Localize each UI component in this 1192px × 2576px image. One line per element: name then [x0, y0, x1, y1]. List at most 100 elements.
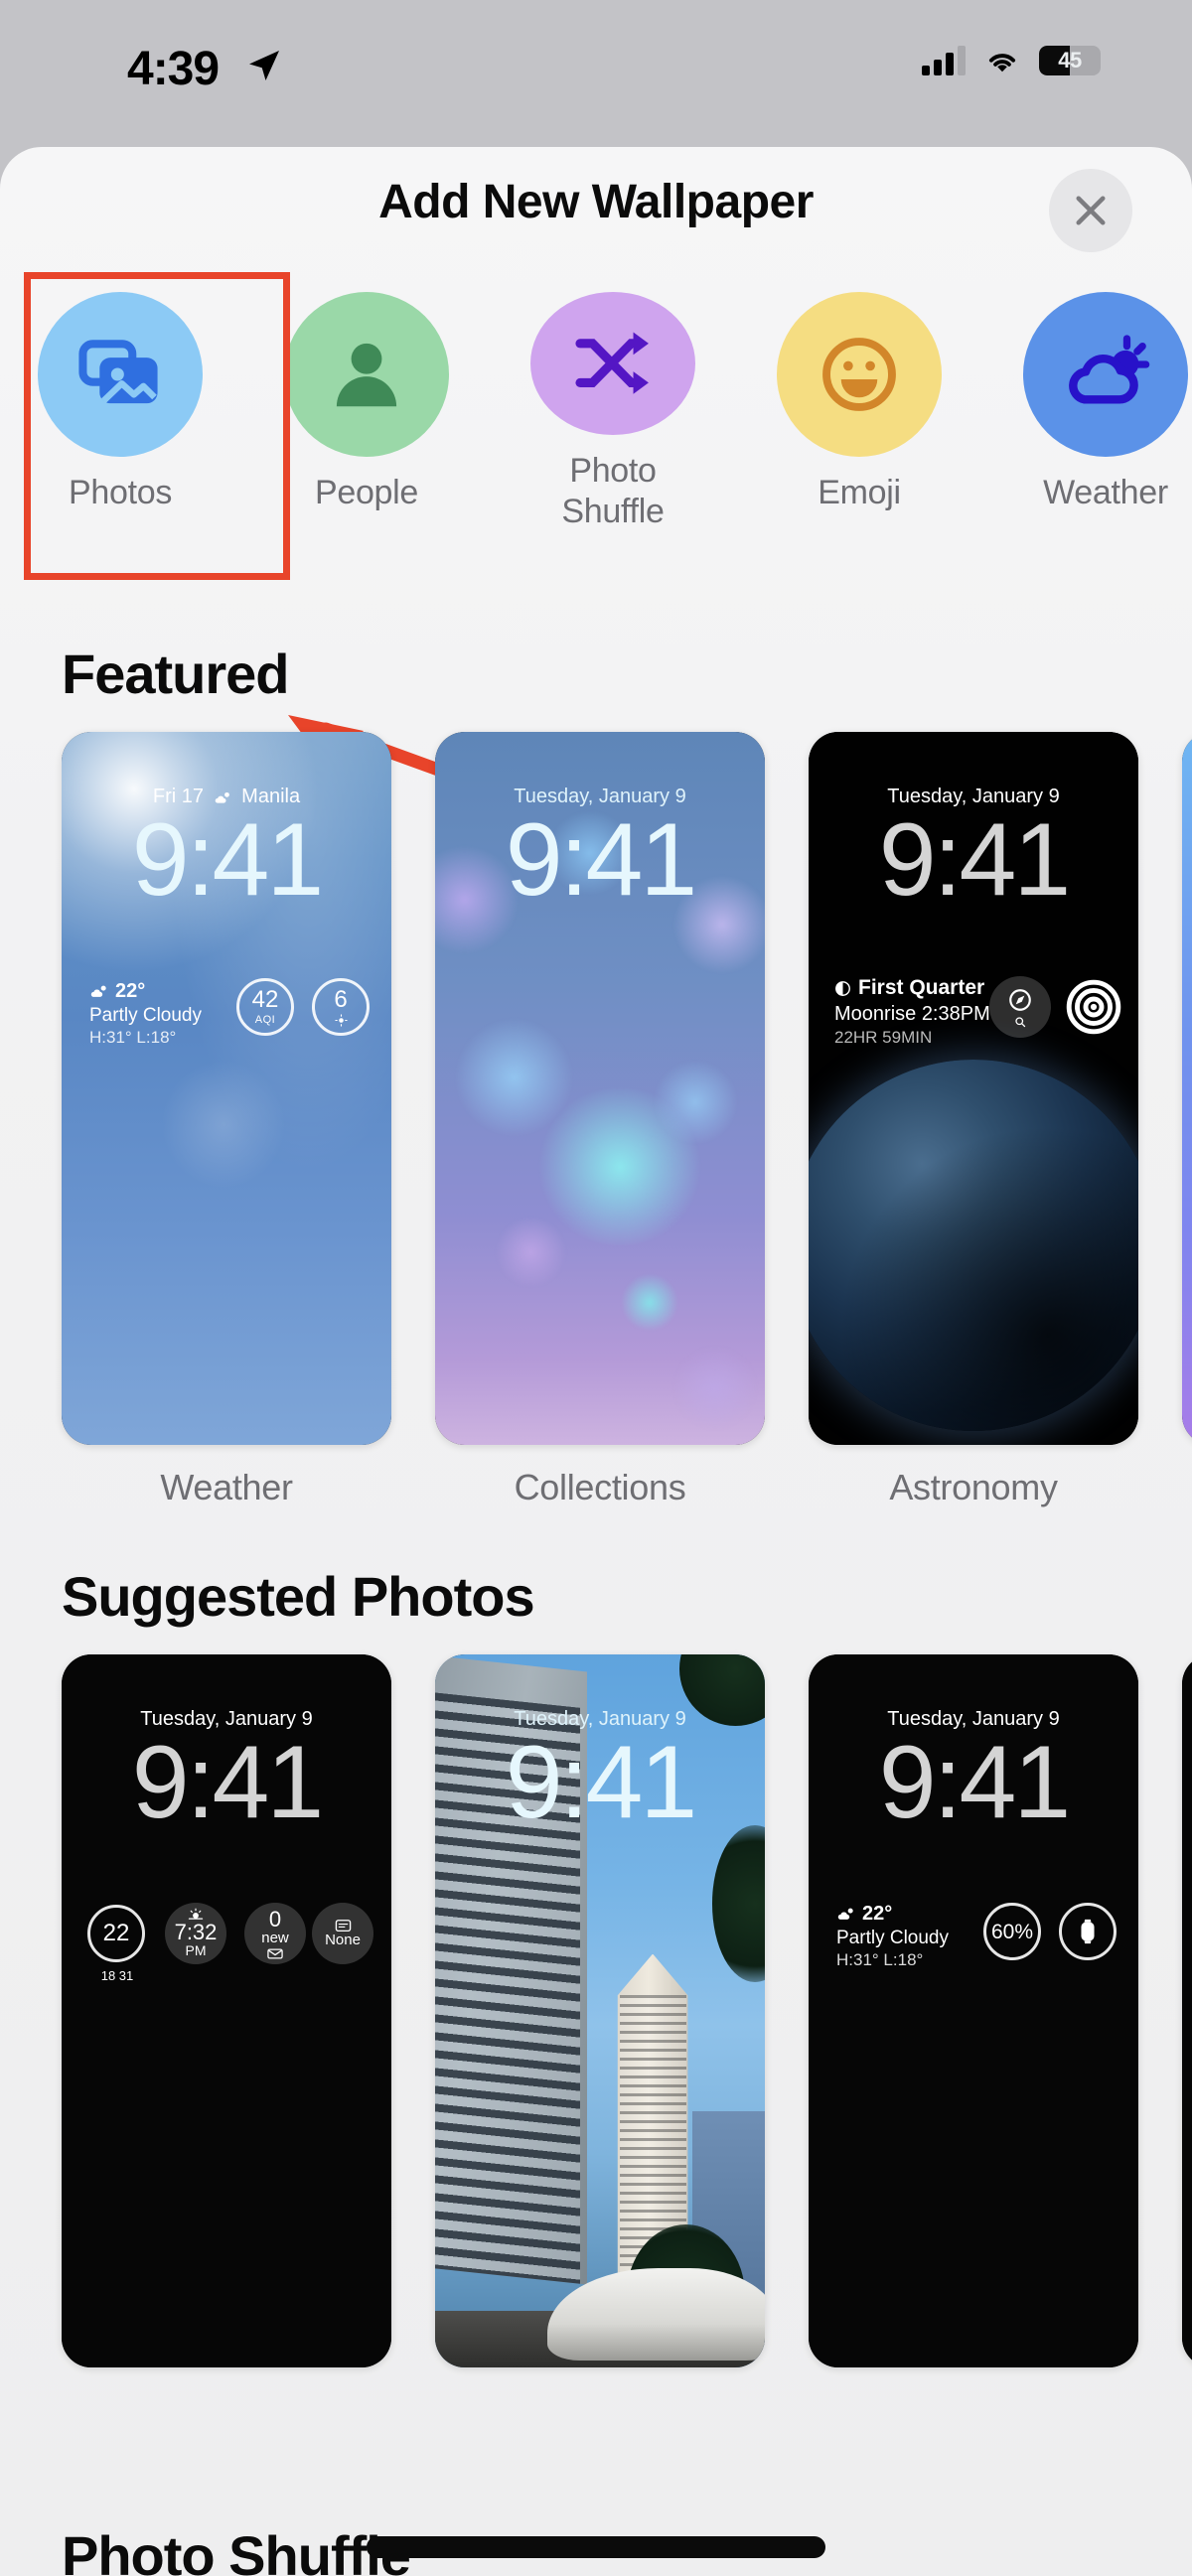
reminders-widget: None: [312, 1903, 373, 1964]
featured-card-collections[interactable]: Tuesday, January 9 9:41 Collections: [435, 732, 765, 1508]
featured-card-weather[interactable]: Fri 17 Manila 9:41 22° Partly Cloudy H:3…: [62, 732, 391, 1508]
activity-widget: [1063, 976, 1124, 1038]
safari-widget: [989, 976, 1051, 1038]
category-weather[interactable]: Weather: [1023, 292, 1188, 532]
category-label: Photos: [68, 474, 173, 511]
status-bar-time: 4:39: [127, 43, 220, 95]
card-label: Astronomy: [889, 1467, 1058, 1507]
uv-value: 6: [334, 985, 348, 1013]
uv-icon: [334, 1013, 348, 1027]
card-label: Collections: [514, 1467, 686, 1507]
wallpaper-preview[interactable]: Tuesday, January 9 9:41: [435, 732, 765, 1445]
featured-heading: Featured: [62, 643, 290, 705]
weather-widget: 22° Partly Cloudy H:31° L:18°: [89, 980, 202, 1048]
featured-card-astronomy[interactable]: Tuesday, January 9 9:41 First Quarter Mo…: [809, 732, 1138, 1508]
suggested-card-3[interactable]: Tuesday, January 9 9:41 22° Partly Cloud…: [809, 1654, 1138, 2367]
battery-indicator: 45: [1039, 46, 1101, 75]
lock-time: 9:41: [878, 1725, 1071, 1840]
wallpaper-preview[interactable]: [1182, 1654, 1192, 2367]
safari-icon: [1009, 988, 1031, 1011]
lock-time: 9:41: [878, 802, 1071, 918]
aqi-value: 42: [251, 986, 279, 1013]
tree-right: [711, 1825, 765, 1983]
apple-watch-icon: [1081, 1919, 1095, 1944]
weather-widget: 22° Partly Cloudy H:31° L:18°: [836, 1903, 949, 1970]
close-button[interactable]: [1049, 169, 1132, 252]
moon-phase-icon: [835, 980, 850, 996]
wallpaper-preview[interactable]: Tuesday, January 9 9:41: [435, 1654, 765, 2367]
wallpaper-preview[interactable]: Fri 17 Manila 9:41 22° Partly Cloudy H:3…: [62, 732, 391, 1445]
suggested-heading: Suggested Photos: [62, 1565, 535, 1628]
category-label: People: [314, 474, 419, 511]
category-photos[interactable]: Photos: [38, 292, 203, 532]
suggested-card-1[interactable]: Tuesday, January 9 9:41 22 18 31 7:32 PM…: [62, 1654, 391, 2367]
moonrise: Moonrise 2:38PM: [834, 1003, 990, 1025]
home-indicator[interactable]: [367, 2536, 825, 2558]
close-icon: [1076, 196, 1106, 225]
black-background: [1182, 1654, 1192, 2367]
wallpaper-preview[interactable]: Tuesday, January 9 9:41 22° Partly Cloud…: [809, 1654, 1138, 2367]
battery-gauge-widget: 60%: [983, 1903, 1041, 1960]
weather-highlow: H:31° L:18°: [836, 1950, 924, 1969]
earth-graphic: [809, 1060, 1138, 1431]
featured-row[interactable]: Fri 17 Manila 9:41 22° Partly Cloudy H:3…: [0, 732, 1192, 1508]
category-label: Photo Shuffle: [561, 452, 665, 531]
uv-gauge: 6: [312, 978, 370, 1036]
suggested-card-2[interactable]: Tuesday, January 9 9:41: [435, 1654, 765, 2367]
sun-cloud-icon: [837, 1908, 853, 1920]
battery-percent: 45: [1058, 48, 1082, 72]
weather-circle: [1023, 292, 1188, 457]
wallpaper-category-row: Photos People Photo Shuffle Emoji Weathe…: [0, 264, 1192, 580]
wallpaper-preview[interactable]: [1182, 732, 1192, 1445]
category-label: Emoji: [818, 474, 901, 511]
sun-cloud-icon: [1069, 335, 1150, 404]
wallpaper-preview[interactable]: Tuesday, January 9 9:41 First Quarter Mo…: [809, 732, 1138, 1445]
reminders-value: None: [325, 1931, 361, 1948]
lock-time: 9:41: [131, 802, 324, 918]
suggested-card-partial[interactable]: [1182, 1654, 1192, 2367]
emoji-circle: [777, 292, 942, 457]
status-bar: 4:39 45: [0, 0, 1192, 147]
mail-count: 0: [268, 1907, 282, 1932]
category-emoji[interactable]: Emoji: [777, 292, 942, 532]
featured-card-partial[interactable]: [1182, 732, 1192, 1508]
weather-temp: 22°: [862, 1903, 893, 1925]
temperature-value: 22: [102, 1920, 130, 1946]
people-circle: [284, 292, 449, 457]
lock-time: 9:41: [505, 1725, 697, 1840]
add-wallpaper-sheet: Add New Wallpaper Photos People Photo Sh…: [0, 147, 1192, 2576]
shuffle-icon: [575, 332, 649, 395]
wifi-icon: [988, 54, 1016, 72]
category-label: Weather: [1043, 474, 1168, 511]
bottom-section: Photo Shuffle: [0, 2457, 1192, 2576]
category-people[interactable]: People: [284, 292, 449, 532]
suggested-row[interactable]: Tuesday, January 9 9:41 22 18 31 7:32 PM…: [0, 1654, 1192, 2367]
photo-shuffle-heading: Photo Shuffle: [62, 2524, 411, 2576]
wallpaper-preview[interactable]: Tuesday, January 9 9:41 22 18 31 7:32 PM…: [62, 1654, 391, 2367]
photo-shuffle-circle: [530, 292, 695, 436]
moon-duration: 22HR 59MIN: [834, 1028, 933, 1047]
weather-temp: 22°: [115, 980, 146, 1002]
photos-circle: [38, 292, 203, 457]
mail-widget: 0 new: [244, 1903, 306, 1964]
partial-card-background: [1182, 732, 1192, 1445]
card-label: Weather: [160, 1467, 293, 1507]
reminders-icon: [335, 1919, 351, 1932]
sunset-time: 7:32: [174, 1920, 218, 1945]
temperature-range: 18 31: [100, 1968, 134, 1983]
category-photo-shuffle[interactable]: Photo Shuffle: [530, 292, 695, 532]
watch-battery-widget: [1059, 1903, 1117, 1960]
lock-time: 9:41: [505, 802, 697, 918]
page-title: Add New Wallpaper: [378, 176, 814, 228]
search-icon: [1015, 1016, 1026, 1027]
mail-label: new: [261, 1930, 289, 1947]
aqi-label: AQI: [254, 1014, 276, 1026]
lock-time: 9:41: [131, 1725, 324, 1840]
sunset-meridiem: PM: [185, 1942, 207, 1959]
sunset-widget: 7:32 PM: [165, 1903, 226, 1964]
smiley-face-icon: [822, 338, 896, 411]
status-bar-indicators: 45: [922, 46, 1101, 75]
sun-cloud-icon: [90, 985, 106, 997]
weather-highlow: H:31° L:18°: [89, 1028, 177, 1047]
photos-stack-icon: [78, 340, 158, 404]
